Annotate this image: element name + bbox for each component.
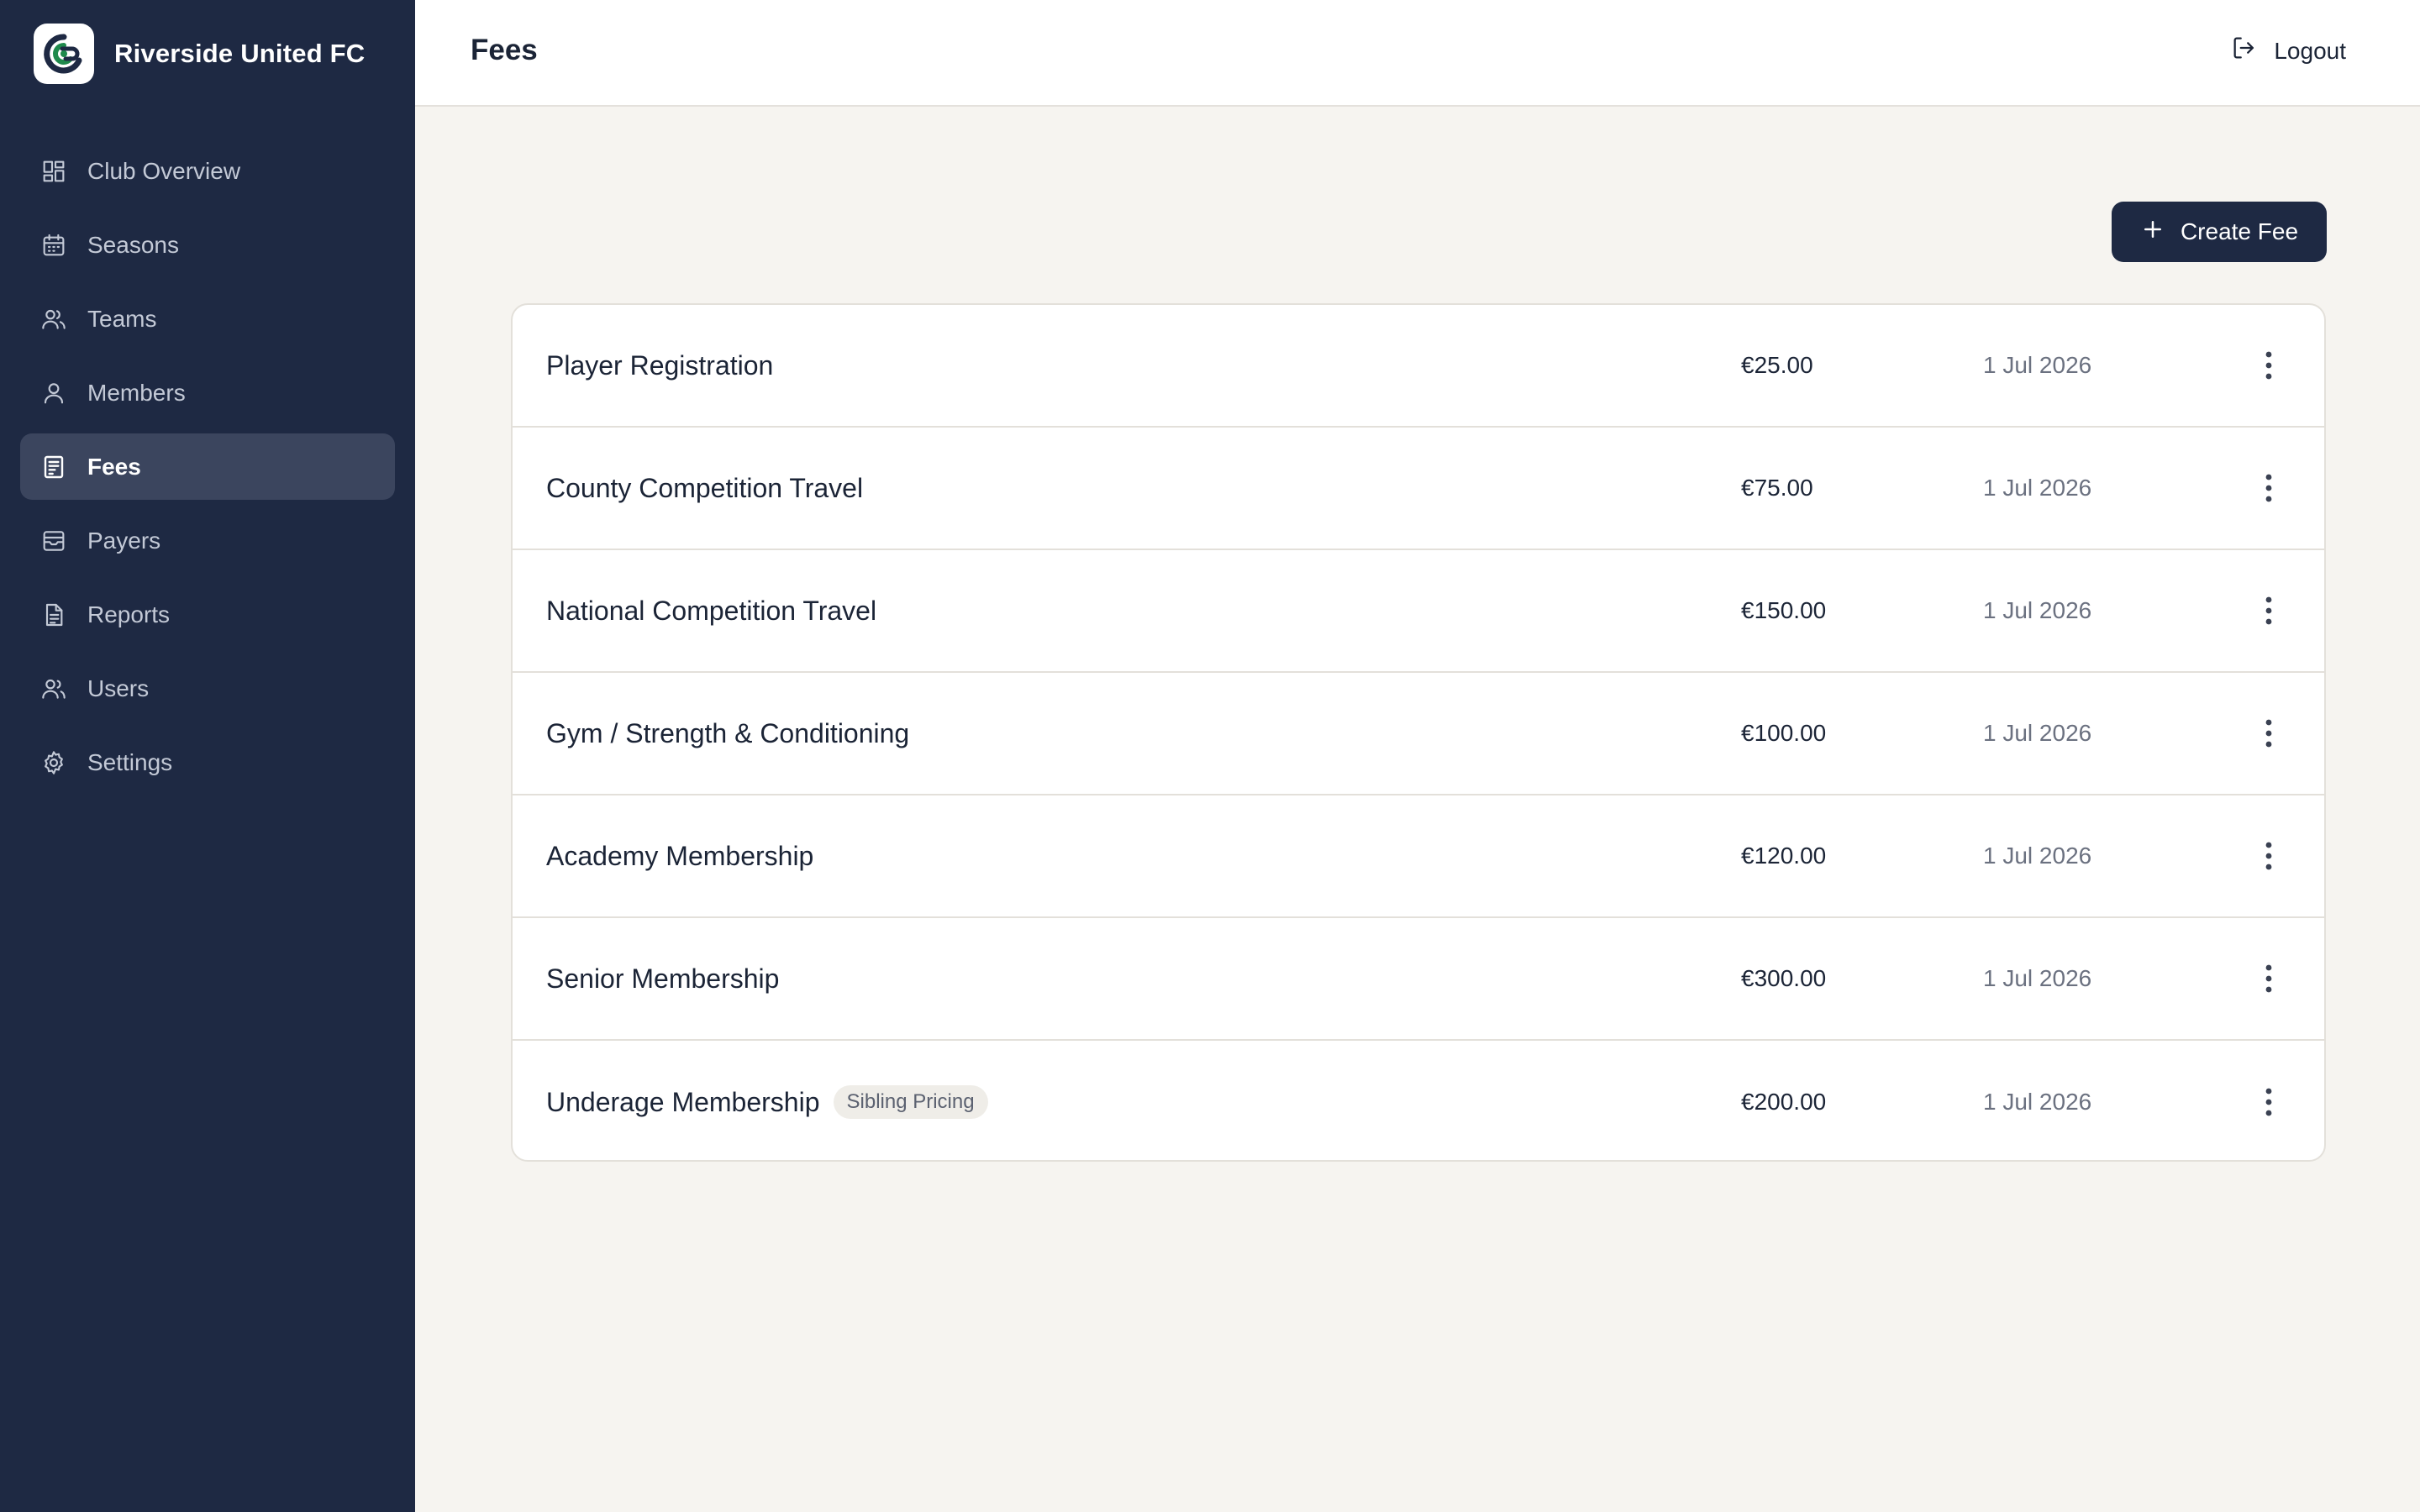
table-row[interactable]: Gym / Strength & Conditioning €100.00 1 … xyxy=(513,673,2324,795)
sidebar-item-label: Reports xyxy=(87,601,171,627)
table-row[interactable]: Player Registration €25.00 1 Jul 2026 xyxy=(513,305,2324,428)
page-title: Fees xyxy=(471,34,538,66)
fee-name: Player Registration xyxy=(546,350,773,381)
fee-name-text: Player Registration xyxy=(546,349,774,381)
users-icon xyxy=(40,675,67,702)
fee-name-text: National Competition Travel xyxy=(546,595,877,626)
sidebar: Riverside United FC Club Overview Season… xyxy=(0,0,415,1512)
sidebar-item-fees[interactable]: Fees xyxy=(20,433,395,500)
sibling-pricing-badge: Sibling Pricing xyxy=(833,1085,988,1119)
more-vertical-icon xyxy=(2265,1088,2272,1116)
row-actions-button[interactable] xyxy=(2249,713,2289,753)
table-row[interactable]: Senior Membership €300.00 1 Jul 2026 xyxy=(513,918,2324,1041)
logout-label: Logout xyxy=(2274,37,2346,64)
row-actions-button[interactable] xyxy=(2249,468,2289,508)
row-actions-button[interactable] xyxy=(2249,836,2289,876)
document-icon xyxy=(40,601,67,628)
fee-amount: €120.00 xyxy=(1741,843,1827,869)
sidebar-item-members[interactable]: Members xyxy=(20,360,395,426)
table-row[interactable]: Underage Membership Sibling Pricing €200… xyxy=(513,1041,2324,1160)
sidebar-item-label: Members xyxy=(87,379,186,406)
fee-amount: €100.00 xyxy=(1741,720,1827,746)
sidebar-item-club-overview[interactable]: Club Overview xyxy=(20,138,395,204)
row-actions-button[interactable] xyxy=(2249,591,2289,631)
sidebar-item-label: Seasons xyxy=(87,231,179,258)
fee-name-text: Academy Membership xyxy=(546,840,814,871)
sidebar-nav: Club Overview Seasons Teams Members Fees… xyxy=(20,138,395,803)
more-vertical-icon xyxy=(2265,474,2272,502)
fee-name-text: County Competition Travel xyxy=(546,472,864,503)
top-header: Fees Logout xyxy=(415,0,2420,107)
row-actions-button[interactable] xyxy=(2249,345,2289,386)
table-row[interactable]: Academy Membership €120.00 1 Jul 2026 xyxy=(513,795,2324,918)
more-vertical-icon xyxy=(2265,964,2272,993)
logout-icon xyxy=(2230,34,2259,68)
table-row[interactable]: County Competition Travel €75.00 1 Jul 2… xyxy=(513,428,2324,550)
plus-icon xyxy=(2140,217,2165,248)
club-name: Riverside United FC xyxy=(114,39,366,68)
row-actions-button[interactable] xyxy=(2249,1082,2289,1122)
fee-name: Academy Membership xyxy=(546,841,813,872)
sidebar-item-label: Club Overview xyxy=(87,157,241,184)
receipt-icon xyxy=(40,454,67,480)
row-actions-button[interactable] xyxy=(2249,958,2289,999)
user-icon xyxy=(40,380,67,407)
sidebar-item-label: Payers xyxy=(87,527,161,554)
fee-date: 1 Jul 2026 xyxy=(1983,597,2092,623)
club-crest-icon xyxy=(34,24,94,84)
fees-table: Player Registration €25.00 1 Jul 2026 Co… xyxy=(511,303,2326,1162)
create-fee-label: Create Fee xyxy=(2180,218,2299,244)
fee-name-text: Underage Membership xyxy=(546,1086,820,1117)
sidebar-item-seasons[interactable]: Seasons xyxy=(20,212,395,278)
fee-name: National Competition Travel xyxy=(546,596,876,627)
fee-amount: €200.00 xyxy=(1741,1089,1827,1115)
more-vertical-icon xyxy=(2265,596,2272,625)
sidebar-item-payers[interactable]: Payers xyxy=(20,507,395,574)
fee-name: County Competition Travel xyxy=(546,473,863,504)
calendar-icon xyxy=(40,232,67,259)
more-vertical-icon xyxy=(2265,719,2272,748)
sidebar-item-label: Teams xyxy=(87,305,157,332)
fee-amount: €150.00 xyxy=(1741,597,1827,623)
fee-amount: €300.00 xyxy=(1741,965,1827,991)
sidebar-item-label: Users xyxy=(87,675,150,701)
fee-date: 1 Jul 2026 xyxy=(1983,352,2092,378)
fee-amount: €25.00 xyxy=(1741,352,1813,378)
sidebar-item-label: Fees xyxy=(87,453,141,480)
fee-amount: €75.00 xyxy=(1741,475,1813,501)
sidebar-item-users[interactable]: Users xyxy=(20,655,395,722)
sidebar-item-teams[interactable]: Teams xyxy=(20,286,395,352)
sidebar-item-reports[interactable]: Reports xyxy=(20,581,395,648)
logout-button[interactable]: Logout xyxy=(2230,34,2346,68)
fee-date: 1 Jul 2026 xyxy=(1983,475,2092,501)
table-row[interactable]: National Competition Travel €150.00 1 Ju… xyxy=(513,550,2324,673)
create-fee-button[interactable]: Create Fee xyxy=(2112,202,2327,262)
users-group-icon xyxy=(40,306,67,333)
fee-name-text: Gym / Strength & Conditioning xyxy=(546,717,910,748)
fee-date: 1 Jul 2026 xyxy=(1983,965,2092,991)
sidebar-item-label: Settings xyxy=(87,748,173,775)
dashboard-grid-icon xyxy=(40,158,67,185)
more-vertical-icon xyxy=(2265,351,2272,380)
fee-date: 1 Jul 2026 xyxy=(1983,720,2092,746)
more-vertical-icon xyxy=(2265,842,2272,870)
fee-name: Gym / Strength & Conditioning xyxy=(546,718,909,749)
inbox-icon xyxy=(40,528,67,554)
fee-name-text: Senior Membership xyxy=(546,963,780,994)
fee-name: Underage Membership Sibling Pricing xyxy=(546,1085,988,1119)
fee-date: 1 Jul 2026 xyxy=(1983,1089,2092,1115)
sidebar-item-settings[interactable]: Settings xyxy=(20,729,395,795)
brand[interactable]: Riverside United FC xyxy=(34,24,365,84)
fee-date: 1 Jul 2026 xyxy=(1983,843,2092,869)
gear-icon xyxy=(40,749,67,776)
fee-name: Senior Membership xyxy=(546,963,779,995)
